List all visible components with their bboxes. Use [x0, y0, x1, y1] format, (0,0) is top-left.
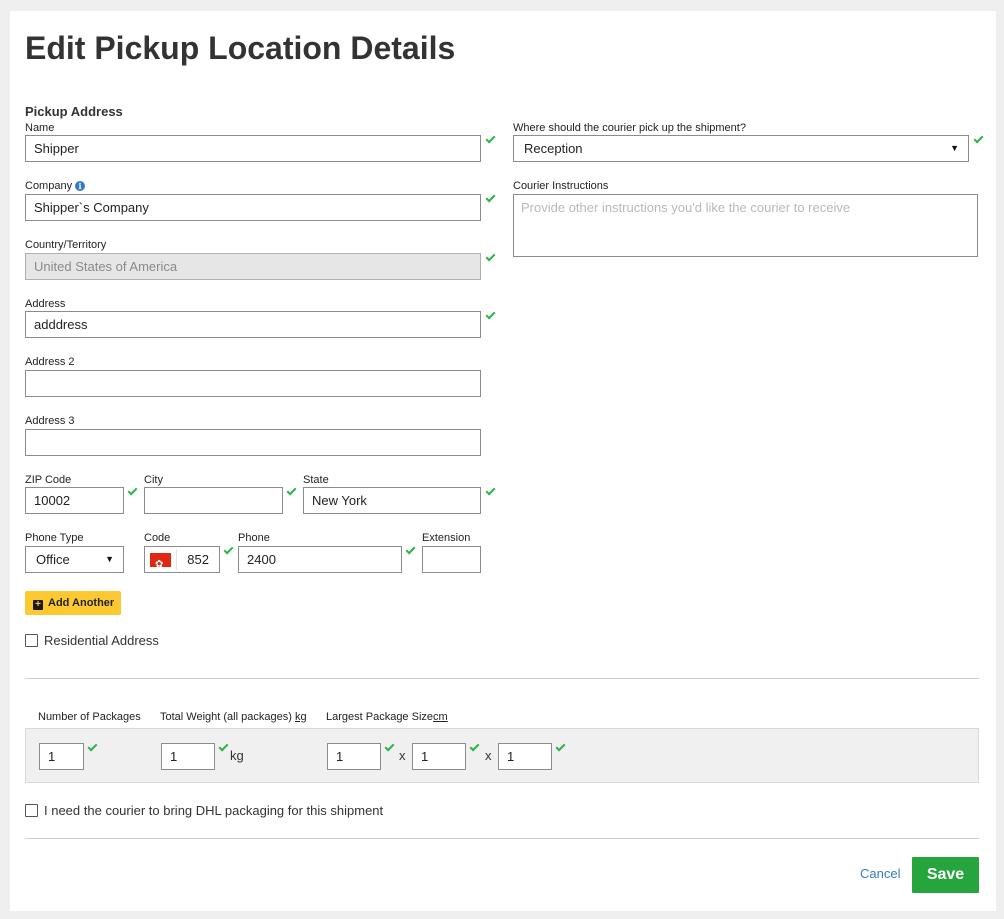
address-input[interactable]: adddress	[25, 311, 481, 338]
name-label: Name	[25, 122, 55, 134]
times-sign: x	[485, 748, 492, 763]
package-width-input[interactable]: 1	[412, 743, 466, 770]
cancel-link[interactable]: Cancel	[860, 866, 900, 881]
city-input[interactable]	[144, 487, 283, 514]
country-code-input[interactable]: 852	[144, 546, 220, 573]
width-valid-check-icon	[470, 743, 479, 751]
footer-divider	[25, 838, 979, 839]
phone-type-label: Phone Type	[25, 532, 84, 544]
extension-label: Extension	[422, 532, 471, 544]
page-title: Edit Pickup Location Details	[25, 30, 456, 66]
save-button[interactable]: Save	[912, 857, 979, 893]
courier-instructions-textarea[interactable]: Provide other instructions you'd like th…	[513, 194, 978, 257]
size-unit-link[interactable]: cm	[433, 711, 448, 723]
phone-type-value: Office	[36, 552, 70, 567]
weight-unit: kg	[230, 748, 244, 763]
address-label: Address	[25, 298, 66, 310]
info-icon[interactable]: i	[75, 181, 86, 191]
weight-unit-link[interactable]: kg	[295, 711, 307, 723]
code-label: Code	[144, 532, 171, 544]
dropdown-arrow-icon: ▼	[105, 554, 114, 564]
total-weight-label: Total Weight (all packages) kg	[160, 711, 307, 723]
hong-kong-flag-icon	[150, 552, 171, 572]
total-weight-input[interactable]: 1	[161, 743, 215, 770]
country-input: United States of America	[25, 253, 481, 280]
package-size-label: Largest Package Sizecm	[326, 711, 448, 723]
times-sign: x	[399, 748, 406, 763]
dhl-packaging-label: I need the courier to bring DHL packagin…	[44, 803, 384, 818]
add-another-button[interactable]: + Add Another	[25, 591, 121, 615]
zip-input[interactable]: 10002	[25, 487, 124, 514]
package-count-label: Number of Packages	[38, 711, 141, 723]
phone-type-select[interactable]: Office ▼	[25, 546, 124, 573]
residential-label: Residential Address	[44, 633, 159, 648]
courier-instructions-label: Courier Instructions	[513, 180, 609, 192]
address2-input[interactable]	[25, 370, 481, 397]
dhl-packaging-checkbox[interactable]	[25, 804, 38, 817]
phone-valid-check-icon	[406, 546, 415, 554]
state-valid-check-icon	[486, 487, 495, 495]
company-label-text: Company	[25, 180, 73, 192]
dropdown-arrow-icon: ▼	[950, 143, 959, 153]
code-valid-check-icon	[224, 546, 233, 554]
flag-separator	[176, 549, 177, 570]
length-valid-check-icon	[385, 743, 394, 751]
extension-input[interactable]	[422, 546, 481, 573]
name-input[interactable]: Shipper	[25, 135, 481, 162]
code-value: 852	[187, 552, 209, 567]
package-count-input[interactable]: 1	[39, 743, 84, 770]
address3-input[interactable]	[25, 429, 481, 456]
city-valid-check-icon	[287, 487, 296, 495]
state-input[interactable]: New York	[303, 487, 481, 514]
pickup-address-heading: Pickup Address	[25, 104, 123, 119]
pickup-location-value: Reception	[524, 141, 583, 156]
address2-label: Address 2	[25, 356, 75, 368]
plus-icon: +	[33, 600, 43, 610]
total-weight-label-text: Total Weight (all packages)	[160, 711, 292, 723]
residential-checkbox[interactable]	[25, 634, 38, 647]
company-valid-check-icon	[486, 194, 495, 202]
country-valid-check-icon	[486, 253, 495, 261]
zip-label: ZIP Code	[25, 474, 72, 486]
country-label: Country/Territory	[25, 239, 107, 251]
city-label: City	[144, 474, 163, 486]
address-valid-check-icon	[486, 311, 495, 319]
address3-label: Address 3	[25, 415, 75, 427]
height-valid-check-icon	[556, 743, 565, 751]
pickup-location-label: Where should the courier pick up the shi…	[513, 122, 746, 134]
add-another-label: Add Another	[48, 597, 115, 609]
section-divider	[25, 678, 979, 679]
state-label: State	[303, 474, 329, 486]
package-height-input[interactable]: 1	[498, 743, 552, 770]
phone-input[interactable]: 2400	[238, 546, 402, 573]
pickup-location-valid-check-icon	[974, 135, 983, 143]
name-valid-check-icon	[486, 135, 495, 143]
total-weight-valid-check-icon	[219, 743, 228, 751]
pickup-location-select[interactable]: Reception ▼	[513, 135, 969, 162]
phone-label: Phone	[238, 532, 270, 544]
package-length-input[interactable]: 1	[327, 743, 381, 770]
company-label: Company i	[25, 180, 86, 192]
pickup-form-panel: Edit Pickup Location Details Pickup Addr…	[10, 11, 996, 911]
package-count-valid-check-icon	[88, 743, 97, 751]
zip-valid-check-icon	[128, 487, 137, 495]
package-size-label-text: Largest Package Size	[326, 711, 434, 723]
company-input[interactable]: Shipper`s Company	[25, 194, 481, 221]
